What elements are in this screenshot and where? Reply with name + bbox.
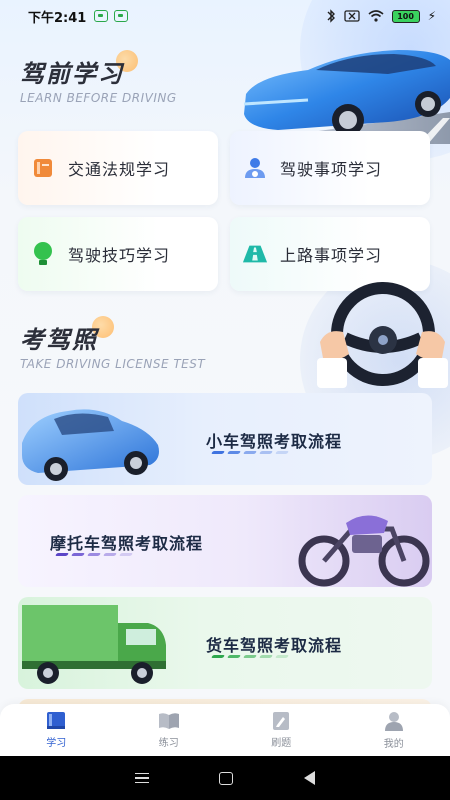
- tab-questions[interactable]: 刷题: [225, 704, 338, 756]
- battery-indicator: 100: [391, 9, 420, 23]
- card-label: 驾驶事项学习: [280, 160, 383, 179]
- study-book-icon: [47, 712, 66, 729]
- license-section-title: 考驾照: [20, 326, 98, 354]
- recent-apps-button[interactable]: [135, 772, 150, 784]
- driver-icon: [242, 155, 268, 181]
- banner-title: 小车驾照考取流程: [206, 432, 343, 451]
- learn-section-title: 驾前学习: [20, 60, 124, 88]
- motorcycle-illustration: [298, 515, 430, 587]
- bluetooth-icon: [327, 9, 335, 23]
- car-license-process-banner[interactable]: 小车驾照考取流程: [18, 393, 432, 485]
- bottom-tab-bar: 学习 练习 刷题 我的: [0, 704, 450, 756]
- charging-icon: ⚡: [427, 9, 436, 23]
- truck-illustration: [22, 605, 166, 684]
- card-label: 上路事项学习: [280, 246, 383, 265]
- app-screen: 下午2:41 100 ⚡ 驾前学习 LEARN BEFORE DRIVING 交…: [0, 0, 450, 800]
- banner-dash-decor: [211, 451, 289, 454]
- driving-matters-card[interactable]: 驾驶事项学习: [230, 131, 430, 205]
- traffic-rules-card[interactable]: 交通法规学习: [18, 131, 218, 205]
- small-car-illustration: [22, 409, 159, 481]
- bulb-icon: [30, 241, 56, 267]
- tab-label: 练习: [158, 738, 179, 749]
- banner-title: 摩托车驾照考取流程: [50, 534, 204, 553]
- tab-study[interactable]: 学习: [0, 704, 113, 756]
- system-nav-bar: [0, 756, 450, 800]
- status-icons: 100 ⚡: [326, 9, 436, 23]
- open-book-icon: [158, 713, 179, 729]
- status-bar: 下午2:41 100 ⚡: [0, 0, 450, 32]
- motorcycle-license-process-banner[interactable]: 摩托车驾照考取流程: [18, 495, 432, 587]
- status-time: 下午2:41: [28, 10, 87, 26]
- tab-practice[interactable]: 练习: [113, 704, 226, 756]
- tab-label: 刷题: [271, 738, 292, 749]
- license-section-subtitle: TAKE DRIVING LICENSE TEST: [20, 357, 206, 371]
- home-button[interactable]: [219, 771, 234, 785]
- app-notification-icon: [114, 10, 129, 22]
- learn-section-subtitle: LEARN BEFORE DRIVING: [20, 91, 177, 105]
- wifi-icon: [368, 10, 384, 22]
- driving-skills-card[interactable]: 驾驶技巧学习: [18, 217, 218, 291]
- tab-label: 我的: [383, 739, 404, 750]
- steering-wheel-illustration: [317, 282, 448, 388]
- banner-dash-decor: [211, 655, 289, 658]
- sim-off-icon: [343, 10, 360, 22]
- card-label: 交通法规学习: [68, 160, 171, 179]
- wechat-notification-icon: [94, 10, 109, 22]
- card-label: 驾驶技巧学习: [68, 246, 171, 265]
- back-button[interactable]: [303, 771, 315, 785]
- tab-mine[interactable]: 我的: [338, 704, 450, 756]
- road-icon: [242, 241, 268, 267]
- banner-title: 货车驾照考取流程: [206, 636, 343, 655]
- truck-license-process-banner[interactable]: 货车驾照考取流程: [18, 597, 432, 689]
- banner-dash-decor: [55, 553, 133, 556]
- car-illustration: [243, 50, 450, 144]
- profile-icon: [384, 712, 403, 731]
- book-icon: [30, 155, 56, 181]
- tab-label: 学习: [46, 738, 67, 749]
- edit-doc-icon: [273, 712, 290, 730]
